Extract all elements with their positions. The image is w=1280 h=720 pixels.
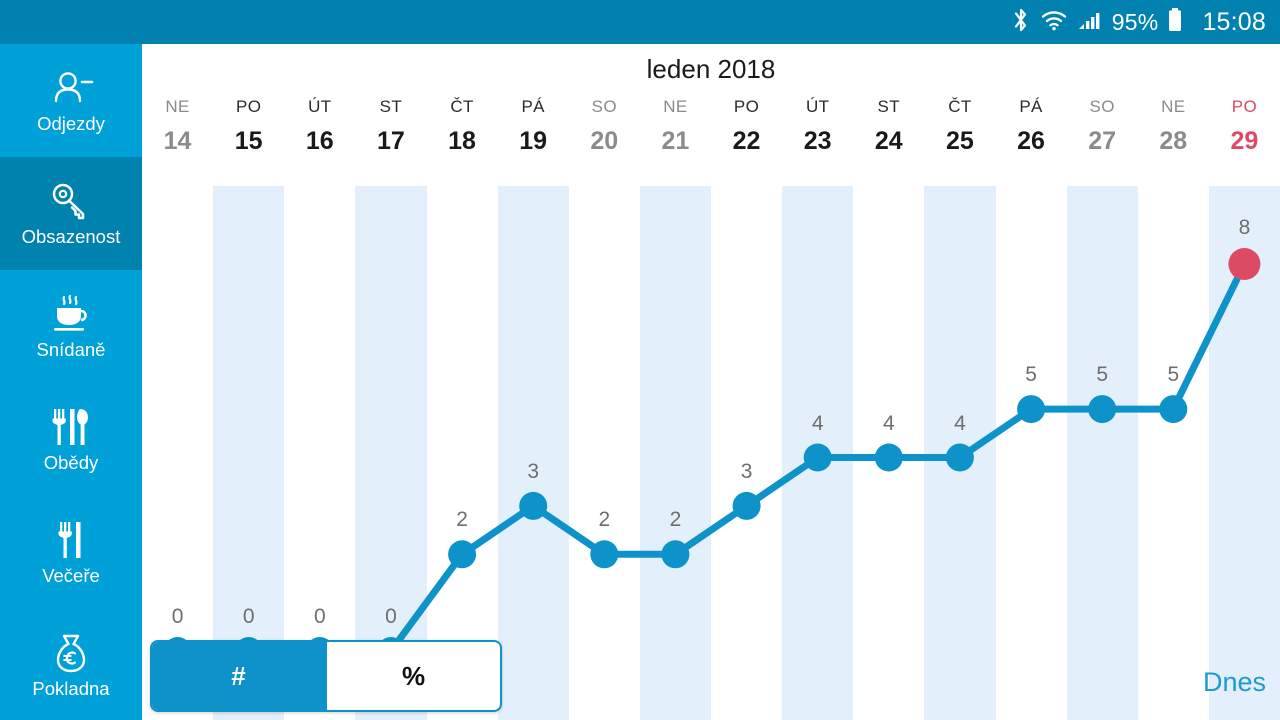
day-column[interactable]: ČT 25 [924, 96, 995, 188]
day-number-label: 14 [163, 127, 192, 155]
chart-value-label: 4 [954, 411, 966, 435]
day-column[interactable]: ST 17 [355, 96, 426, 188]
status-bar-icons: 95% 15:08 [1011, 7, 1266, 38]
day-number-label: 29 [1230, 127, 1259, 155]
chart-value-label: 2 [456, 508, 468, 532]
day-of-week-label: NE [165, 97, 190, 116]
day-of-week-label: ČT [948, 97, 972, 116]
sidebar-item-label: Obsazenost [21, 225, 121, 247]
day-column[interactable]: NE 28 [1138, 96, 1209, 188]
day-of-week-label: ST [877, 97, 901, 116]
day-of-week-label: ÚT [805, 97, 830, 116]
day-number-label: 19 [519, 127, 548, 155]
key-icon [49, 181, 93, 223]
day-number-label: 21 [661, 127, 690, 155]
day-column[interactable]: SO 27 [1067, 96, 1138, 188]
chart-value-label: 0 [385, 605, 397, 628]
sidebar-item-label: Snídaně [36, 338, 106, 360]
day-number-label: 22 [732, 127, 761, 155]
day-number-label: 20 [590, 127, 619, 155]
day-of-week-label: PO [236, 97, 262, 116]
day-column[interactable]: PO 29 [1208, 96, 1280, 194]
day-column[interactable]: NE 14 [142, 96, 213, 188]
chart-value-label: 0 [313, 605, 326, 628]
unit-toggle[interactable]: #% [150, 640, 502, 712]
day-number-label: 27 [1088, 127, 1117, 155]
day-number-label: 17 [377, 127, 405, 155]
sidebar: Odjezdy Obsazenost Snídaně Obědy Večeře … [0, 44, 142, 720]
day-header-row: NE 14 PO 15 ÚT 16 ST 17 ČT 18 PÁ 19 SO 20 NE 21 PO 22 ÚT 23… [142, 96, 1280, 194]
day-column[interactable]: ČT 18 [427, 96, 498, 188]
chart-value-label: 8 [1238, 216, 1251, 239]
chart-value-label: 3 [527, 459, 540, 483]
day-of-week-label: NE [663, 97, 688, 116]
sidebar-item-odjezdy[interactable]: Odjezdy [0, 44, 142, 157]
sidebar-item-label: Večeře [42, 564, 100, 586]
page-title: leden 2018 [646, 54, 776, 84]
battery-icon [1167, 7, 1183, 38]
day-of-week-label: PÁ [521, 97, 545, 116]
day-column[interactable]: ÚT 23 [782, 96, 853, 188]
toggle-percent-button[interactable]: % [325, 642, 500, 710]
day-of-week-label: PÁ [1019, 97, 1043, 116]
status-bar: 95% 15:08 [0, 0, 1280, 44]
sidebar-item-label: Odjezdy [37, 112, 105, 134]
app-root: 95% 15:08 Odjezdy Obsazenost Snídaně Obě… [0, 0, 1280, 720]
chart-value-label: 3 [740, 459, 753, 483]
sidebar-item-pokladna[interactable]: Pokladna [0, 609, 142, 720]
day-number-label: 23 [803, 127, 832, 155]
chart-value-label: 2 [598, 508, 611, 532]
chart-value-label: 0 [242, 605, 255, 628]
day-of-week-label: SO [591, 97, 617, 116]
day-of-week-label: ÚT [308, 97, 332, 116]
day-column[interactable]: PÁ 19 [498, 96, 569, 188]
toggle-count-button[interactable]: # [152, 642, 325, 710]
day-number-label: 28 [1159, 127, 1188, 155]
day-of-week-label: SO [1089, 97, 1115, 116]
cutlery-full-icon [43, 407, 99, 449]
day-column[interactable]: PÁ 26 [996, 96, 1067, 188]
wifi-icon [1040, 8, 1068, 37]
chart-value-label: 5 [1096, 363, 1109, 387]
day-number-label: 18 [448, 127, 476, 155]
chart-value-label: 4 [882, 411, 895, 435]
chart-value-label: 2 [669, 508, 682, 532]
sidebar-item-vecere[interactable]: Večeře [0, 496, 142, 609]
day-of-week-label: ČT [450, 97, 474, 116]
day-of-week-label: PO [1231, 97, 1258, 116]
cutlery-icon [49, 520, 93, 562]
money-bag-euro-icon [49, 633, 93, 675]
day-column[interactable]: PO 22 [711, 96, 782, 188]
coffee-cup-icon [46, 294, 96, 336]
day-of-week-label: ST [379, 97, 403, 116]
day-number-label: 25 [946, 127, 974, 155]
day-number-label: 16 [305, 127, 334, 155]
person-minus-icon [47, 68, 95, 110]
bluetooth-icon [1011, 7, 1031, 38]
sidebar-item-obedy[interactable]: Obědy [0, 383, 142, 496]
chart-value-label: 0 [171, 605, 184, 628]
day-column[interactable]: SO 20 [569, 96, 640, 188]
day-number-label: 15 [234, 127, 263, 155]
battery-percent-label: 95% [1111, 8, 1159, 35]
sidebar-item-label: Pokladna [32, 677, 110, 699]
day-number-label: 26 [1017, 127, 1045, 155]
day-column[interactable]: ST 24 [853, 96, 924, 188]
chart-value-label: 4 [811, 411, 824, 435]
main-panel: leden 2018 NE 14 PO 15 ÚT 16 ST 17 ČT 18 PÁ 19 SO 20 N… [142, 44, 1280, 720]
day-of-week-label: PO [733, 97, 760, 116]
sidebar-item-obsazenost[interactable]: Obsazenost [0, 157, 142, 270]
day-column[interactable]: NE 21 [640, 96, 711, 188]
sidebar-item-label: Obědy [43, 451, 99, 473]
chart-value-label: 5 [1167, 363, 1180, 387]
clock-label: 15:08 [1202, 7, 1266, 36]
today-link[interactable]: Dnes [1203, 667, 1266, 698]
day-number-label: 24 [874, 127, 903, 155]
sidebar-item-snidane[interactable]: Snídaně [0, 270, 142, 383]
day-column[interactable]: PO 15 [213, 96, 284, 188]
day-of-week-label: NE [1161, 97, 1186, 116]
day-column[interactable]: ÚT 16 [284, 96, 355, 188]
cellular-signal-icon [1077, 8, 1103, 37]
chart-value-label: 5 [1025, 363, 1037, 387]
